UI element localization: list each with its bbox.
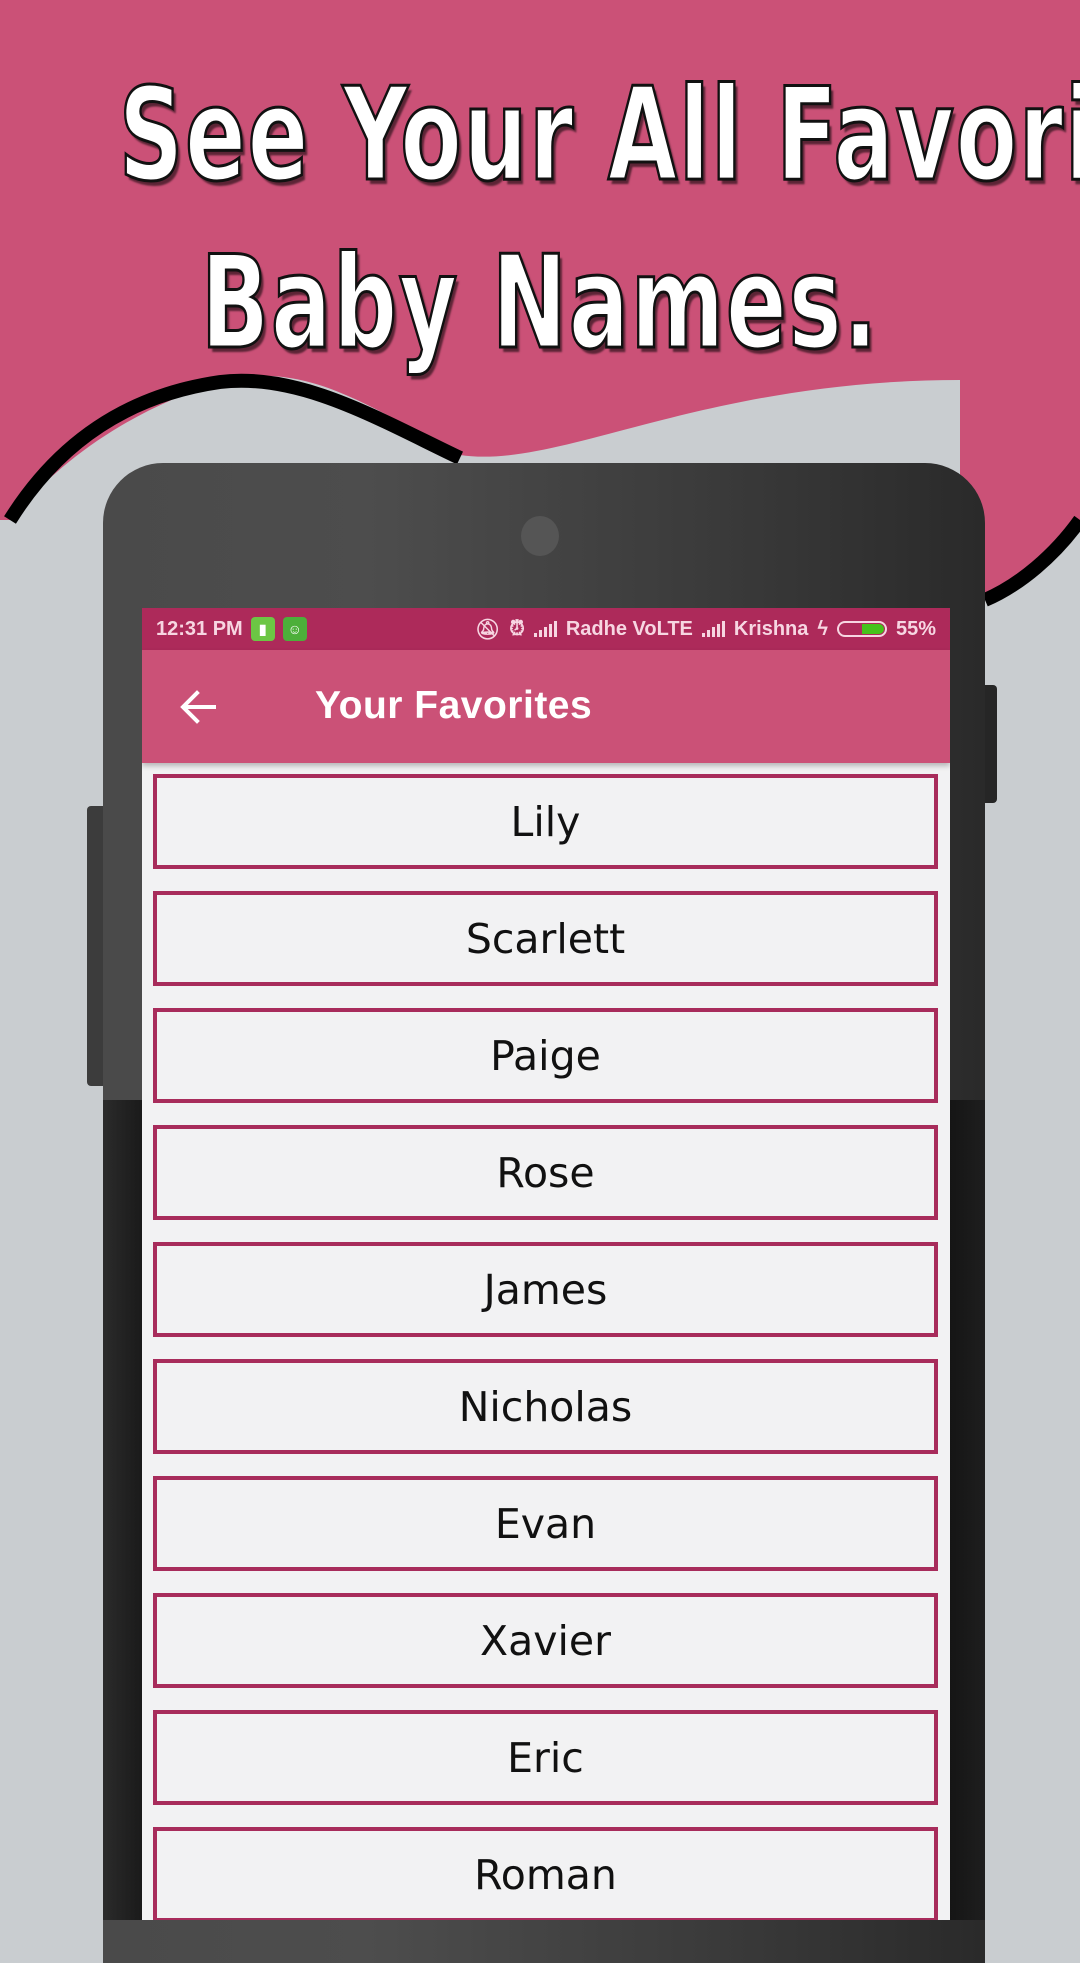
status-right-group: 🔕︎ ⏰︎ Radhe VoLTE Krishna ϟ 55%	[475, 608, 936, 650]
favorite-name-item[interactable]: Scarlett	[153, 891, 938, 986]
battery-saver-icon: ▮	[250, 617, 275, 641]
favorite-name-item[interactable]: Lily	[153, 774, 938, 869]
app-bar: Your Favorites	[142, 650, 950, 763]
silent-bell-icon: 🔕︎	[474, 618, 501, 641]
favorite-name-item[interactable]: Roman	[153, 1827, 938, 1920]
lightning-icon: ϟ	[817, 617, 828, 640]
carrier-1: Radhe VoLTE	[565, 617, 693, 640]
promo-headline-line2: Baby Names.	[200, 229, 880, 378]
arrow-left-icon[interactable]	[178, 686, 220, 728]
page-title: Your Favorites	[315, 684, 593, 727]
phone-screen: 12:31 PM ▮ ☺ 🔕︎ ⏰︎ Radhe VoLTE Krishna ϟ…	[142, 608, 950, 1920]
android-app-icon: ☺	[282, 617, 307, 641]
status-bar: 12:31 PM ▮ ☺ 🔕︎ ⏰︎ Radhe VoLTE Krishna ϟ…	[142, 608, 950, 650]
favorite-name-item[interactable]: Eric	[153, 1710, 938, 1805]
favorite-name-item[interactable]: Paige	[153, 1008, 938, 1103]
phone-camera-icon	[521, 516, 559, 556]
alarm-clock-icon: ⏰︎	[509, 617, 525, 640]
favorite-name-item[interactable]: James	[153, 1242, 938, 1337]
phone-power-button	[983, 685, 997, 803]
battery-percent: 55%	[895, 617, 936, 640]
favorite-name-item[interactable]: Nicholas	[153, 1359, 938, 1454]
favorite-name-item[interactable]: Xavier	[153, 1593, 938, 1688]
battery-level-fill	[862, 624, 884, 634]
carrier-2: Krishna	[733, 617, 809, 640]
battery-icon	[836, 621, 887, 637]
signal-strength-icon-2	[701, 621, 725, 637]
promo-headline-line1: See Your All Favorite	[118, 61, 1080, 210]
favorite-name-item[interactable]: Evan	[153, 1476, 938, 1571]
signal-strength-icon	[533, 621, 557, 637]
favorite-name-item[interactable]: Rose	[153, 1125, 938, 1220]
status-time: 12:31 PM	[156, 617, 243, 640]
